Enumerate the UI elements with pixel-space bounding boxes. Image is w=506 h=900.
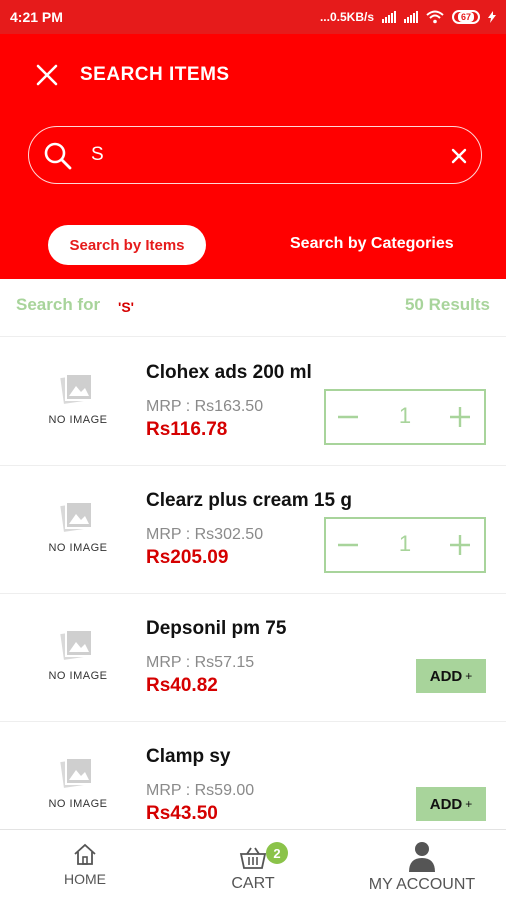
nav-cart-label: CART (231, 875, 275, 892)
add-button[interactable]: ADD + (416, 659, 486, 693)
search-input[interactable] (91, 139, 431, 171)
close-icon (36, 64, 58, 86)
charging-icon (488, 11, 496, 23)
account-icon (409, 842, 435, 872)
home-icon (74, 843, 96, 865)
product-mrp: MRP : Rs57.15 (146, 654, 254, 672)
product-price: Rs40.82 (146, 675, 218, 696)
product-price: Rs205.09 (146, 547, 229, 568)
list-item[interactable]: NO IMAGE Clohex ads 200 ml MRP : Rs163.5… (0, 338, 506, 466)
search-term: 'S' (118, 299, 134, 315)
mrp-value: Rs59.00 (194, 782, 255, 799)
no-image-icon (60, 501, 93, 532)
list-item[interactable]: NO IMAGE Clearz plus cream 15 g MRP : Rs… (0, 466, 506, 594)
battery-level: 67 (457, 12, 474, 22)
signal-icon (382, 11, 396, 23)
status-time: 4:21 PM (10, 9, 63, 25)
mrp-label: MRP : (146, 398, 191, 415)
product-mrp: MRP : Rs163.50 (146, 398, 263, 416)
no-image-icon (60, 629, 93, 660)
signal-icon-2 (404, 11, 418, 23)
tab-search-by-items[interactable]: Search by Items (48, 225, 206, 265)
no-image-icon (60, 757, 93, 788)
mrp-value: Rs57.15 (194, 654, 255, 671)
nav-account-label: MY ACCOUNT (368, 876, 476, 893)
product-list: NO IMAGE Clohex ads 200 ml MRP : Rs163.5… (0, 338, 506, 829)
nav-my-account[interactable]: MY ACCOUNT (352, 830, 492, 900)
no-image-label: NO IMAGE (48, 542, 108, 554)
results-count: 50 Results (404, 295, 490, 314)
search-header: SEARCH ITEMS Search by Items Search by C… (0, 34, 506, 279)
mrp-label: MRP : (146, 654, 191, 671)
close-button[interactable] (34, 62, 60, 88)
product-mrp: MRP : Rs302.50 (146, 526, 263, 544)
status-indicators: ...0.5KB/s 67 (320, 10, 496, 24)
tab-search-by-categories[interactable]: Search by Categories (290, 235, 454, 253)
no-image-label: NO IMAGE (48, 798, 108, 810)
product-price: Rs116.78 (146, 419, 228, 440)
page-title: SEARCH ITEMS (80, 64, 230, 85)
quantity-stepper: 1 (324, 389, 486, 445)
no-image-icon (60, 373, 93, 404)
mrp-value: Rs302.50 (194, 526, 264, 543)
clear-icon[interactable] (449, 146, 469, 166)
add-label: ADD (429, 667, 463, 685)
plus-icon[interactable] (448, 405, 472, 429)
search-bar[interactable] (28, 126, 482, 184)
status-bar: 4:21 PM ...0.5KB/s 67 (0, 0, 506, 34)
product-name: Clohex ads 200 ml (146, 362, 312, 383)
product-image: NO IMAGE (40, 368, 116, 432)
plus-icon: + (465, 669, 473, 683)
product-image: NO IMAGE (40, 752, 116, 816)
mrp-label: MRP : (146, 782, 191, 799)
quantity-stepper: 1 (324, 517, 486, 573)
network-speed: ...0.5KB/s (319, 10, 374, 24)
no-image-label: NO IMAGE (48, 670, 108, 682)
product-image: NO IMAGE (40, 624, 116, 688)
product-name: Clearz plus cream 15 g (146, 490, 352, 511)
nav-home-label: HOME (64, 871, 106, 887)
product-name: Depsonil pm 75 (146, 618, 287, 639)
cart-icon (239, 847, 267, 869)
mrp-value: Rs163.50 (194, 398, 264, 415)
plus-icon: + (465, 797, 473, 811)
bottom-navigation: HOME 2 CART MY ACCOUNT (0, 829, 506, 900)
product-price: Rs43.50 (146, 803, 218, 824)
cart-count-badge: 2 (266, 842, 288, 864)
product-name: Clamp sy (146, 746, 231, 767)
product-image: NO IMAGE (40, 496, 116, 560)
plus-icon[interactable] (448, 533, 472, 557)
product-mrp: MRP : Rs59.00 (146, 782, 254, 800)
search-icon (44, 142, 72, 170)
no-image-label: NO IMAGE (48, 414, 108, 426)
battery-icon: 67 (452, 10, 480, 24)
nav-cart[interactable]: 2 CART (218, 830, 288, 900)
nav-home[interactable]: HOME (52, 830, 118, 900)
wifi-icon (426, 10, 444, 24)
list-item[interactable]: NO IMAGE Depsonil pm 75 MRP : Rs57.15 Rs… (0, 594, 506, 722)
add-button[interactable]: ADD + (416, 787, 486, 821)
search-for-label: Search for (16, 295, 101, 314)
add-label: ADD (429, 795, 463, 813)
results-summary: Search for 'S' 50 Results (0, 279, 506, 337)
list-item[interactable]: NO IMAGE Clamp sy MRP : Rs59.00 Rs43.50 … (0, 722, 506, 829)
mrp-label: MRP : (146, 526, 191, 543)
